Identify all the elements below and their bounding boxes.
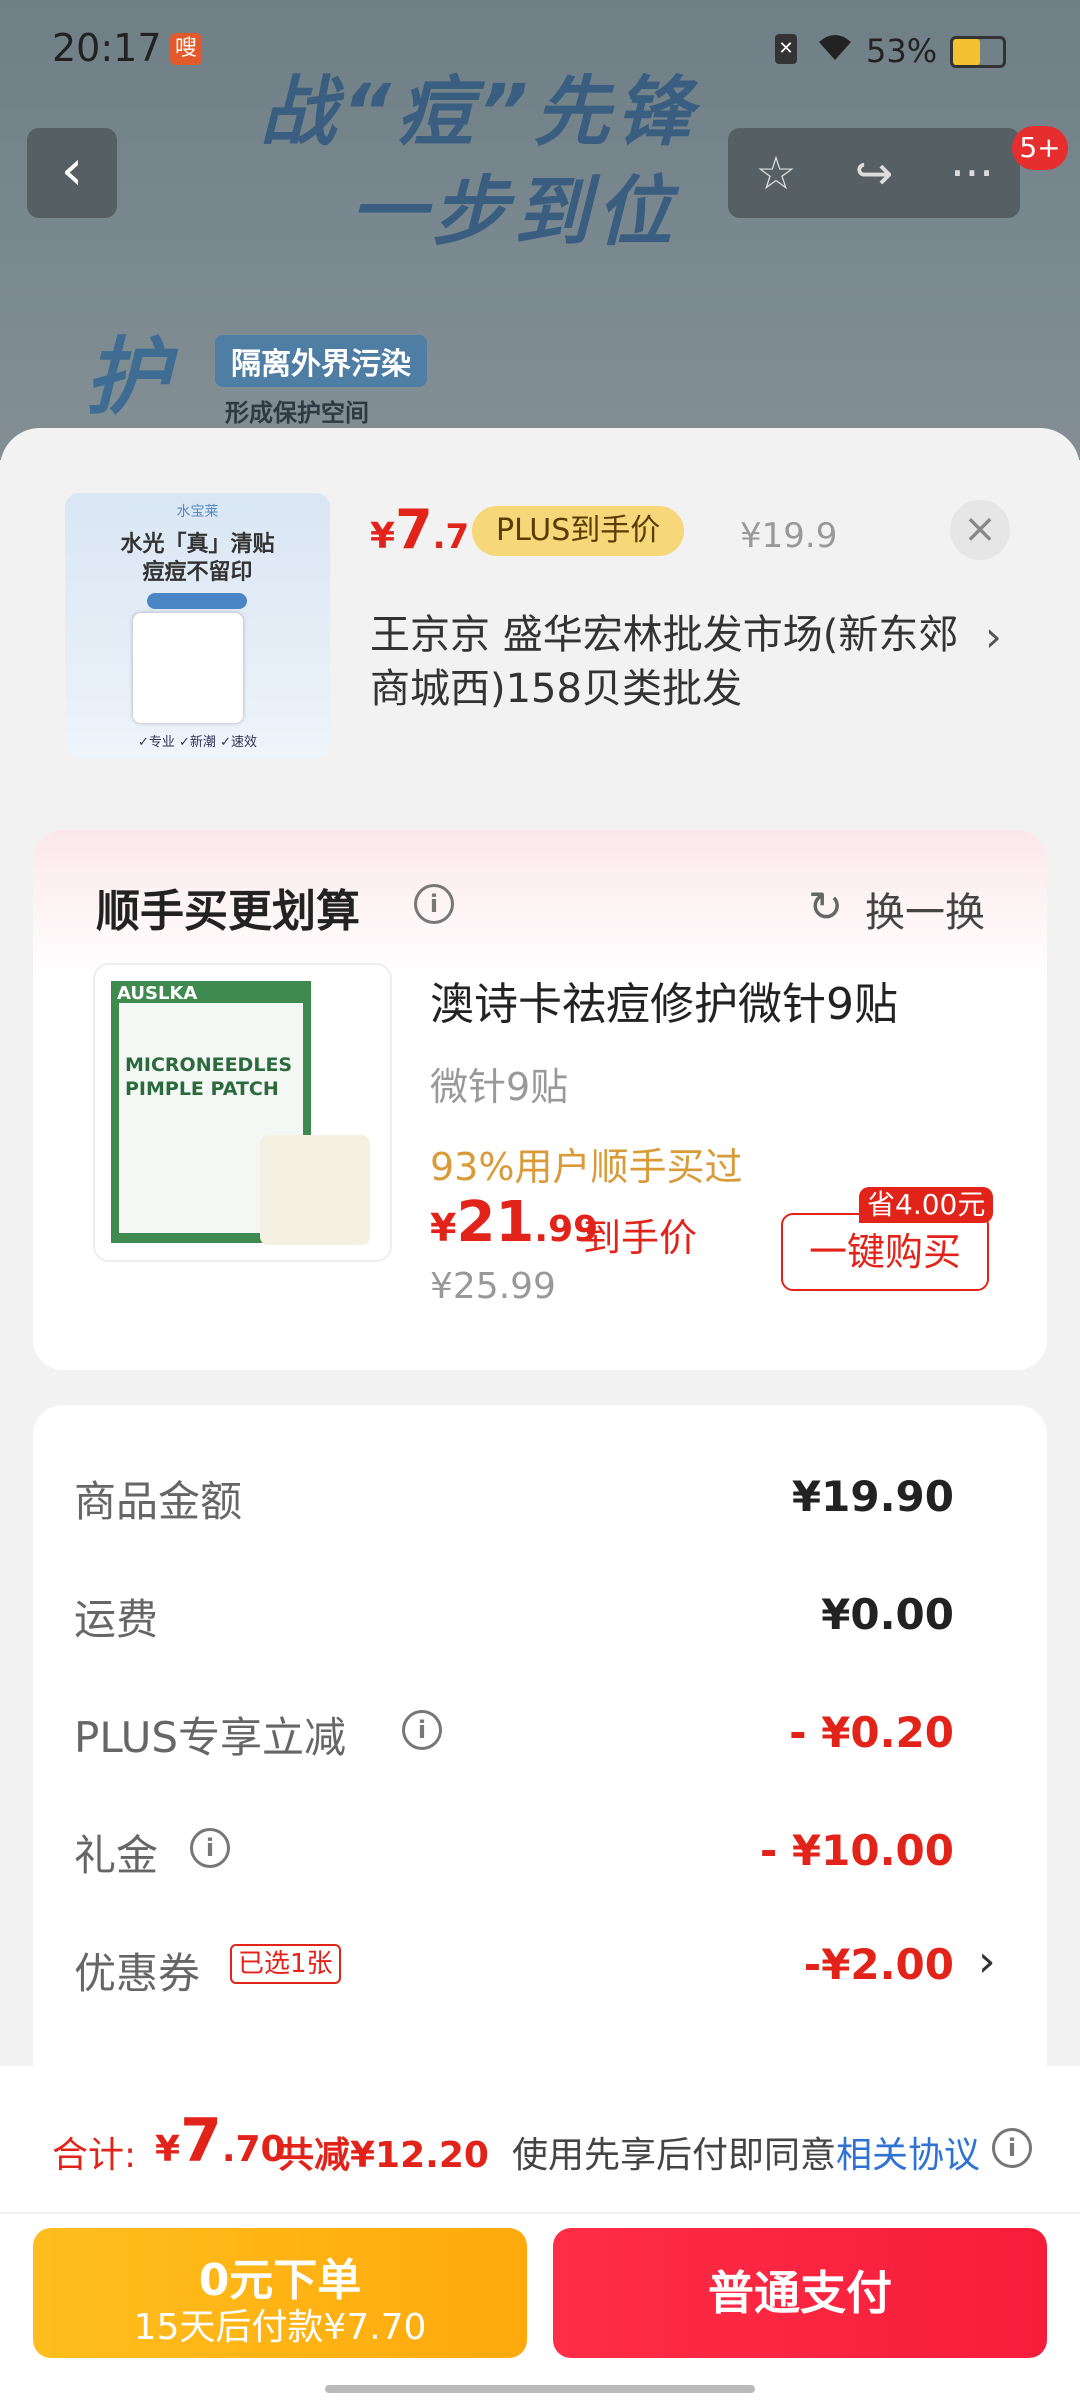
- more-icon[interactable]: ···: [924, 128, 1020, 218]
- refresh-button[interactable]: 换一换: [865, 880, 985, 938]
- summary-value-plus: - ¥0.20: [789, 1708, 954, 1757]
- banner-protect-sub: 形成保护空间: [225, 399, 369, 427]
- one-click-buy-button[interactable]: 一键购买: [781, 1213, 989, 1291]
- upsell-original-price: ¥25.99: [430, 1266, 556, 1307]
- info-icon[interactable]: i: [992, 2128, 1032, 2168]
- upsell-title: 顺手买更划算: [96, 886, 360, 937]
- info-icon[interactable]: i: [190, 1828, 230, 1868]
- agreement-link[interactable]: 相关协议: [836, 2135, 980, 2176]
- wifi-icon: [815, 30, 855, 73]
- total-price: ¥7.70: [155, 2106, 286, 2176]
- sim-off-icon: ✕: [775, 34, 797, 64]
- thumb-patch-sheet: [133, 613, 243, 723]
- home-indicator[interactable]: [325, 2385, 755, 2393]
- package-text: MICRONEEDLES PIMPLE PATCH: [125, 1054, 293, 1100]
- total-label: 合计:: [52, 2135, 137, 2176]
- pay-later-button[interactable]: 0元下单 15天后付款¥7.70: [33, 2228, 527, 2358]
- battery-icon: [950, 36, 1006, 68]
- favorite-icon[interactable]: ☆: [728, 128, 824, 218]
- summary-value-shipping: ¥0.00: [821, 1590, 954, 1639]
- upsell-product-title[interactable]: 澳诗卡祛痘修护微针9贴: [430, 968, 898, 1032]
- plus-price-tag: PLUS到手价: [472, 506, 685, 556]
- battery-level: [953, 39, 980, 65]
- message-count-badge: 5+: [1012, 126, 1068, 170]
- upsell-price: ¥21.99: [430, 1190, 599, 1255]
- summary-label-coupon[interactable]: 优惠券: [74, 1940, 200, 2001]
- info-icon[interactable]: i: [414, 884, 454, 924]
- upsell-price-label: 到手价: [583, 1216, 698, 1260]
- original-price: ¥19.9: [740, 516, 838, 556]
- status-bar: 20:17 嗖 ✕ 53%: [0, 0, 1080, 100]
- summary-value-subtotal: ¥19.90: [791, 1472, 954, 1521]
- total-saved: 共减¥12.20: [278, 2135, 489, 2176]
- chevron-right-icon[interactable]: ›: [978, 1936, 996, 1987]
- thumb-strip: [147, 593, 247, 609]
- upsell-product-spec: 微针9贴: [430, 1065, 569, 1109]
- summary-label-subtotal: 商品金额: [74, 1477, 243, 1526]
- product-thumbnail: 水宝莱 水光「真」清贴 痘痘不留印 ✓专业 ✓新潮 ✓速效: [65, 493, 330, 758]
- pay-later-subtitle: 15天后付款¥7.70: [133, 2307, 427, 2348]
- thumb-brand: 水宝莱: [176, 504, 219, 520]
- footer-divider: [0, 2212, 1080, 2214]
- coupon-selected-tag[interactable]: 已选1张: [230, 1944, 341, 1984]
- upsell-product-image[interactable]: AUSLKA MICRONEEDLES PIMPLE PATCH: [93, 963, 392, 1262]
- battery-percent: 53%: [866, 32, 938, 70]
- banner-protect-char: 护: [85, 328, 170, 426]
- summary-label-cash-gift: 礼金: [74, 1831, 159, 1880]
- share-icon[interactable]: ↪: [826, 128, 922, 218]
- package-brand: AUSLKA: [117, 983, 198, 1004]
- patch-dots: [260, 1135, 370, 1245]
- regular-pay-button[interactable]: 普通支付: [553, 2228, 1047, 2358]
- upsell-purchase-stat: 93%用户顺手买过: [430, 1145, 743, 1189]
- back-button[interactable]: ‹: [27, 128, 117, 218]
- info-icon[interactable]: i: [402, 1710, 442, 1750]
- summary-value-cash-gift: - ¥10.00: [759, 1826, 954, 1875]
- action-bar: ☆ ↪ ···: [728, 128, 1020, 218]
- close-button[interactable]: ×: [950, 500, 1010, 560]
- summary-label-shipping: 运费: [74, 1595, 159, 1644]
- banner-line2: 一步到位: [350, 167, 678, 256]
- save-badge: 省4.00元: [859, 1187, 994, 1223]
- banner-protect-tag: 隔离外界污染: [215, 335, 427, 387]
- store-name[interactable]: 王京京 盛华宏林批发市场(新东郊商城西)158贝类批发: [370, 608, 980, 716]
- thumb-features: ✓专业 ✓新潮 ✓速效: [138, 735, 257, 750]
- summary-value-coupon[interactable]: -¥2.00: [804, 1940, 954, 1989]
- summary-label-plus: PLUS专享立减: [74, 1713, 347, 1762]
- thumb-title: 水光「真」清贴 痘痘不留印: [120, 532, 275, 585]
- agreement-text: 使用先享后付即同意相关协议: [512, 2135, 981, 2176]
- status-time: 20:17: [52, 26, 162, 70]
- chevron-right-icon[interactable]: ›: [985, 612, 1002, 661]
- product-price: ¥7.7: [370, 498, 470, 561]
- refresh-icon[interactable]: ↻: [808, 882, 843, 931]
- notification-icon: 嗖: [170, 33, 202, 65]
